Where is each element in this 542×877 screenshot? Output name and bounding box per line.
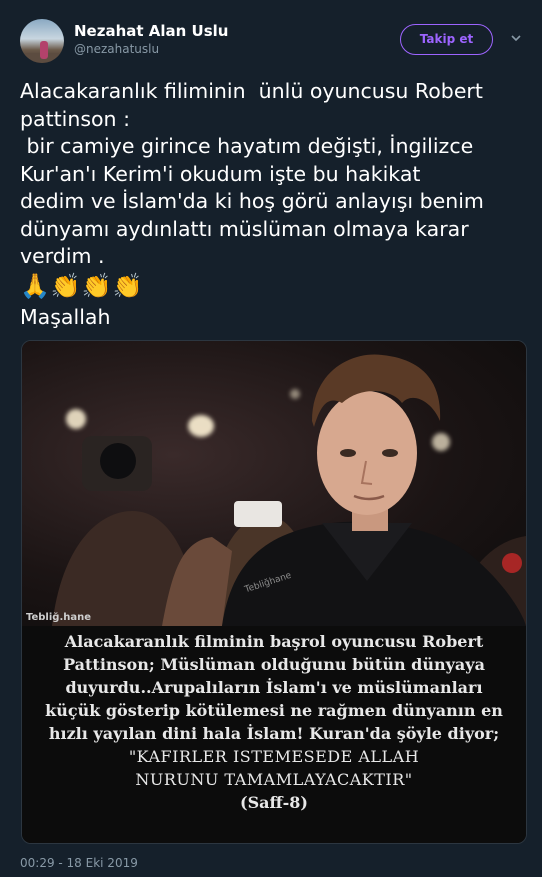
pray-emoji-icon: 🙏 bbox=[20, 272, 50, 300]
chevron-down-icon[interactable] bbox=[510, 32, 522, 44]
caption-line: hızlı yayılan dini hala İslam! Kuran'da … bbox=[48, 724, 500, 743]
tweet-media-image[interactable]: Tebliğhane Tebliğ.hane Alacakaranlık fil… bbox=[21, 340, 527, 844]
avatar[interactable] bbox=[20, 19, 64, 63]
tweet-header: Nezahat Alan Uslu @nezahatuslu Takip et bbox=[0, 0, 542, 70]
follow-button[interactable]: Takip et bbox=[400, 24, 493, 55]
caption-line: duyurdu..Arupalıların İslam'ı ve müslüma… bbox=[65, 678, 483, 697]
image-caption: Alacakaranlık filminin başrol oyuncusu R… bbox=[22, 626, 526, 843]
portrait-photo: Tebliğhane Tebliğ.hane bbox=[22, 341, 526, 626]
clap-emoji-icon: 👏 bbox=[50, 272, 81, 300]
user-handle[interactable]: @nezahatuslu bbox=[74, 42, 159, 56]
clap-emoji-icon: 👏 bbox=[81, 272, 112, 300]
caption-line: Alacakaranlık filminin başrol oyuncusu R… bbox=[64, 632, 484, 651]
caption-line: "KAFIRLER ISTEMESEDE ALLAH bbox=[128, 747, 420, 766]
tweet-closing-word: Maşallah bbox=[20, 305, 111, 329]
caption-line: küçük gösterip kötülemesi ne rağmen düny… bbox=[45, 701, 503, 720]
caption-line: NURUNU TAMAMLAYACAKTIR" bbox=[135, 770, 413, 789]
watermark-left: Tebliğ.hane bbox=[26, 612, 92, 623]
caption-line: Pattinson; Müslüman olduğunu bütün dünya… bbox=[63, 655, 485, 674]
tweet-timestamp[interactable]: 00:29 - 18 Eki 2019 bbox=[20, 856, 138, 870]
avatar-figure bbox=[40, 41, 48, 59]
tweet-text: Alacakaranlık filiminin ünlü oyuncusu Ro… bbox=[20, 79, 484, 268]
clap-emoji-icon: 👏 bbox=[112, 272, 143, 300]
caption-line: (Saff-8) bbox=[240, 793, 308, 812]
display-name[interactable]: Nezahat Alan Uslu bbox=[74, 22, 228, 40]
emoji-row: 🙏👏👏👏 bbox=[20, 271, 144, 301]
